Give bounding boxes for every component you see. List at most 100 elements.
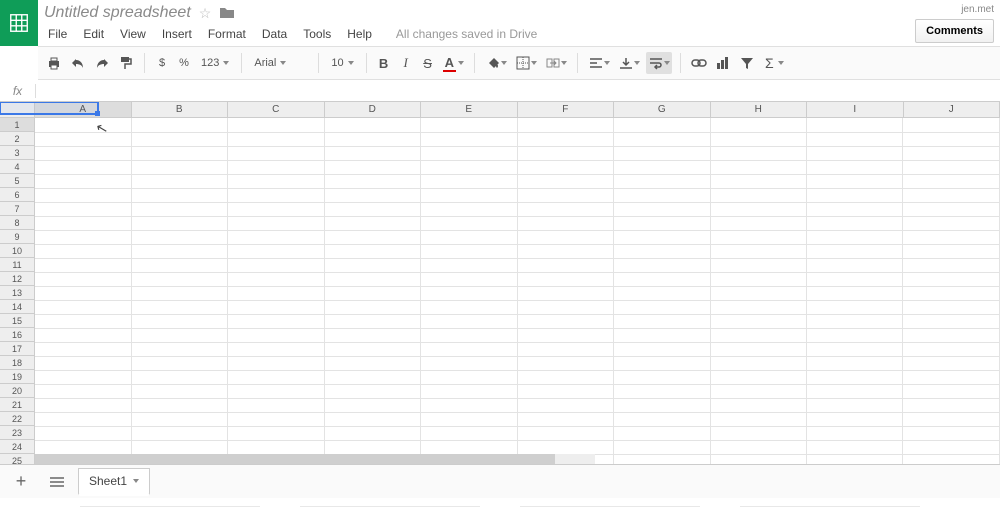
cell[interactable] [806, 440, 902, 454]
cell[interactable] [421, 146, 517, 160]
cell[interactable] [228, 356, 324, 370]
column-header[interactable]: F [518, 102, 615, 117]
cell[interactable] [710, 118, 806, 132]
row-header[interactable]: 5 [0, 174, 34, 188]
cell[interactable] [131, 230, 227, 244]
cell[interactable] [903, 454, 1000, 464]
cell[interactable] [35, 412, 131, 426]
undo-icon[interactable] [68, 52, 88, 74]
cell[interactable] [710, 384, 806, 398]
fill-color-button[interactable] [483, 52, 509, 74]
cell[interactable] [35, 384, 131, 398]
cell[interactable] [35, 370, 131, 384]
text-wrap-button[interactable] [646, 52, 672, 74]
cell[interactable] [517, 216, 613, 230]
cell[interactable] [324, 300, 420, 314]
column-header[interactable]: H [711, 102, 808, 117]
cell[interactable] [35, 440, 131, 454]
cell[interactable] [228, 216, 324, 230]
cell[interactable] [421, 356, 517, 370]
cell[interactable] [710, 146, 806, 160]
cell[interactable] [806, 230, 902, 244]
cell[interactable] [228, 160, 324, 174]
cell[interactable] [710, 342, 806, 356]
column-header[interactable]: C [228, 102, 325, 117]
column-header[interactable]: E [421, 102, 518, 117]
cell[interactable] [517, 370, 613, 384]
cell[interactable] [421, 286, 517, 300]
cell[interactable] [324, 146, 420, 160]
cell[interactable] [35, 244, 131, 258]
cell[interactable] [131, 440, 227, 454]
cell[interactable] [614, 440, 710, 454]
cell[interactable] [324, 272, 420, 286]
cell[interactable] [421, 426, 517, 440]
cell[interactable] [35, 426, 131, 440]
cell[interactable] [35, 398, 131, 412]
cell[interactable] [614, 342, 710, 356]
cell[interactable] [421, 216, 517, 230]
row-header[interactable]: 9 [0, 230, 34, 244]
cell[interactable] [228, 132, 324, 146]
cell[interactable] [614, 426, 710, 440]
paint-format-icon[interactable] [116, 52, 136, 74]
cell[interactable] [903, 272, 1000, 286]
cell[interactable] [324, 314, 420, 328]
text-color-button[interactable]: A [441, 52, 466, 74]
row-header[interactable]: 21 [0, 398, 34, 412]
cell[interactable] [35, 188, 131, 202]
cell[interactable] [131, 356, 227, 370]
cell[interactable] [903, 342, 1000, 356]
formula-input[interactable] [36, 83, 1000, 99]
cell[interactable] [228, 398, 324, 412]
cell[interactable] [614, 454, 710, 464]
cell[interactable] [806, 202, 902, 216]
cell[interactable] [806, 258, 902, 272]
cell[interactable] [903, 384, 1000, 398]
cell[interactable] [614, 412, 710, 426]
cell[interactable] [131, 216, 227, 230]
row-header[interactable]: 23 [0, 426, 34, 440]
cell[interactable] [131, 314, 227, 328]
menu-view[interactable]: View [120, 27, 146, 41]
cell[interactable] [614, 356, 710, 370]
menu-insert[interactable]: Insert [162, 27, 192, 41]
document-title[interactable]: Untitled spreadsheet [44, 4, 191, 22]
cell[interactable] [903, 300, 1000, 314]
row-header[interactable]: 6 [0, 188, 34, 202]
row-header[interactable]: 10 [0, 244, 34, 258]
horizontal-scrollbar[interactable] [35, 454, 595, 464]
cell[interactable] [421, 342, 517, 356]
row-header[interactable]: 1 [0, 118, 34, 132]
cell[interactable] [806, 174, 902, 188]
cell[interactable] [614, 132, 710, 146]
cell[interactable] [517, 188, 613, 202]
number-format-dropdown[interactable]: 123 [197, 57, 233, 69]
cell[interactable] [903, 160, 1000, 174]
cell[interactable] [35, 132, 131, 146]
cell[interactable] [421, 230, 517, 244]
cell[interactable] [903, 398, 1000, 412]
cell[interactable] [324, 370, 420, 384]
cell[interactable] [131, 174, 227, 188]
cell[interactable] [710, 370, 806, 384]
cell[interactable] [903, 440, 1000, 454]
cell[interactable] [228, 286, 324, 300]
print-icon[interactable] [44, 52, 64, 74]
cell[interactable] [517, 398, 613, 412]
cell[interactable] [421, 132, 517, 146]
cell[interactable] [903, 412, 1000, 426]
cell[interactable] [710, 188, 806, 202]
cell[interactable] [324, 356, 420, 370]
cell[interactable] [710, 244, 806, 258]
cell[interactable] [614, 230, 710, 244]
cell[interactable] [710, 328, 806, 342]
cell[interactable] [710, 356, 806, 370]
merge-cells-button[interactable] [543, 52, 569, 74]
cell[interactable] [710, 300, 806, 314]
row-header[interactable]: 20 [0, 384, 34, 398]
cell[interactable] [710, 258, 806, 272]
cell[interactable] [806, 356, 902, 370]
cell[interactable] [517, 384, 613, 398]
cell[interactable] [614, 202, 710, 216]
